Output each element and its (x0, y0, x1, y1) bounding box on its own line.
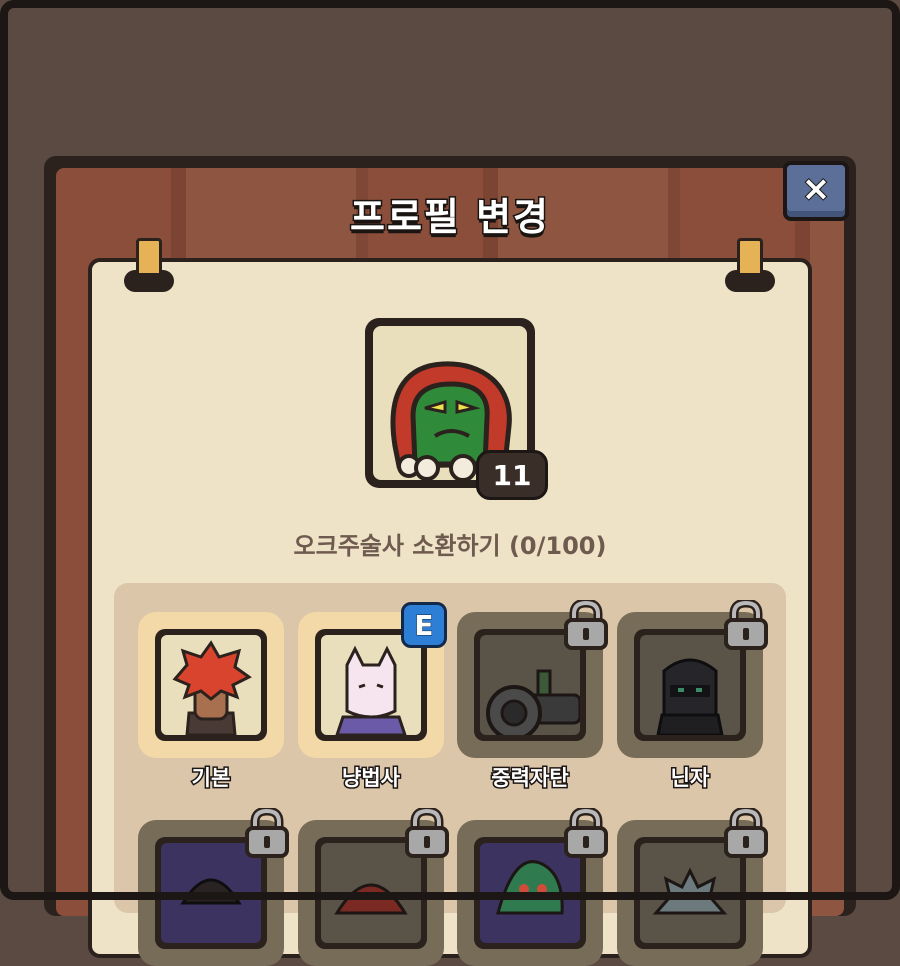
lock-icon (245, 808, 289, 858)
red-hair-hero-icon (172, 640, 252, 735)
profile-label-cat-wizard: 냥법사 (341, 765, 402, 792)
level-badge: 11 (476, 450, 548, 500)
close-button[interactable]: × (783, 161, 849, 221)
summon-progress-text: 오크주술사 소환하기 (0/100) (293, 532, 607, 560)
equipped-badge: E (401, 602, 447, 648)
lock-icon (564, 600, 608, 650)
profile-label-gravity-cannon: 중력자탄 (490, 765, 570, 792)
profile-card-basic[interactable] (138, 612, 284, 758)
lock-icon (405, 808, 449, 858)
profile-label-ninja: 닌자 (669, 765, 711, 792)
lock-icon (724, 808, 768, 858)
gravity-cannon-icon (486, 669, 580, 735)
lock-icon (564, 808, 608, 858)
red-hood-icon (334, 883, 408, 915)
spiky-hair-icon (652, 867, 728, 915)
profile-label-basic: 기본 (190, 765, 232, 792)
green-monster-icon (496, 860, 564, 915)
lock-icon (724, 600, 768, 650)
masked-fighter-icon (180, 878, 242, 905)
close-icon: × (801, 169, 831, 209)
ninja-icon (656, 658, 724, 735)
cat-wizard-icon (335, 645, 407, 735)
paper-clip-right-icon (725, 238, 775, 292)
paper-clip-left-icon (124, 238, 174, 292)
dialog-title: 프로필 변경 (348, 194, 551, 241)
